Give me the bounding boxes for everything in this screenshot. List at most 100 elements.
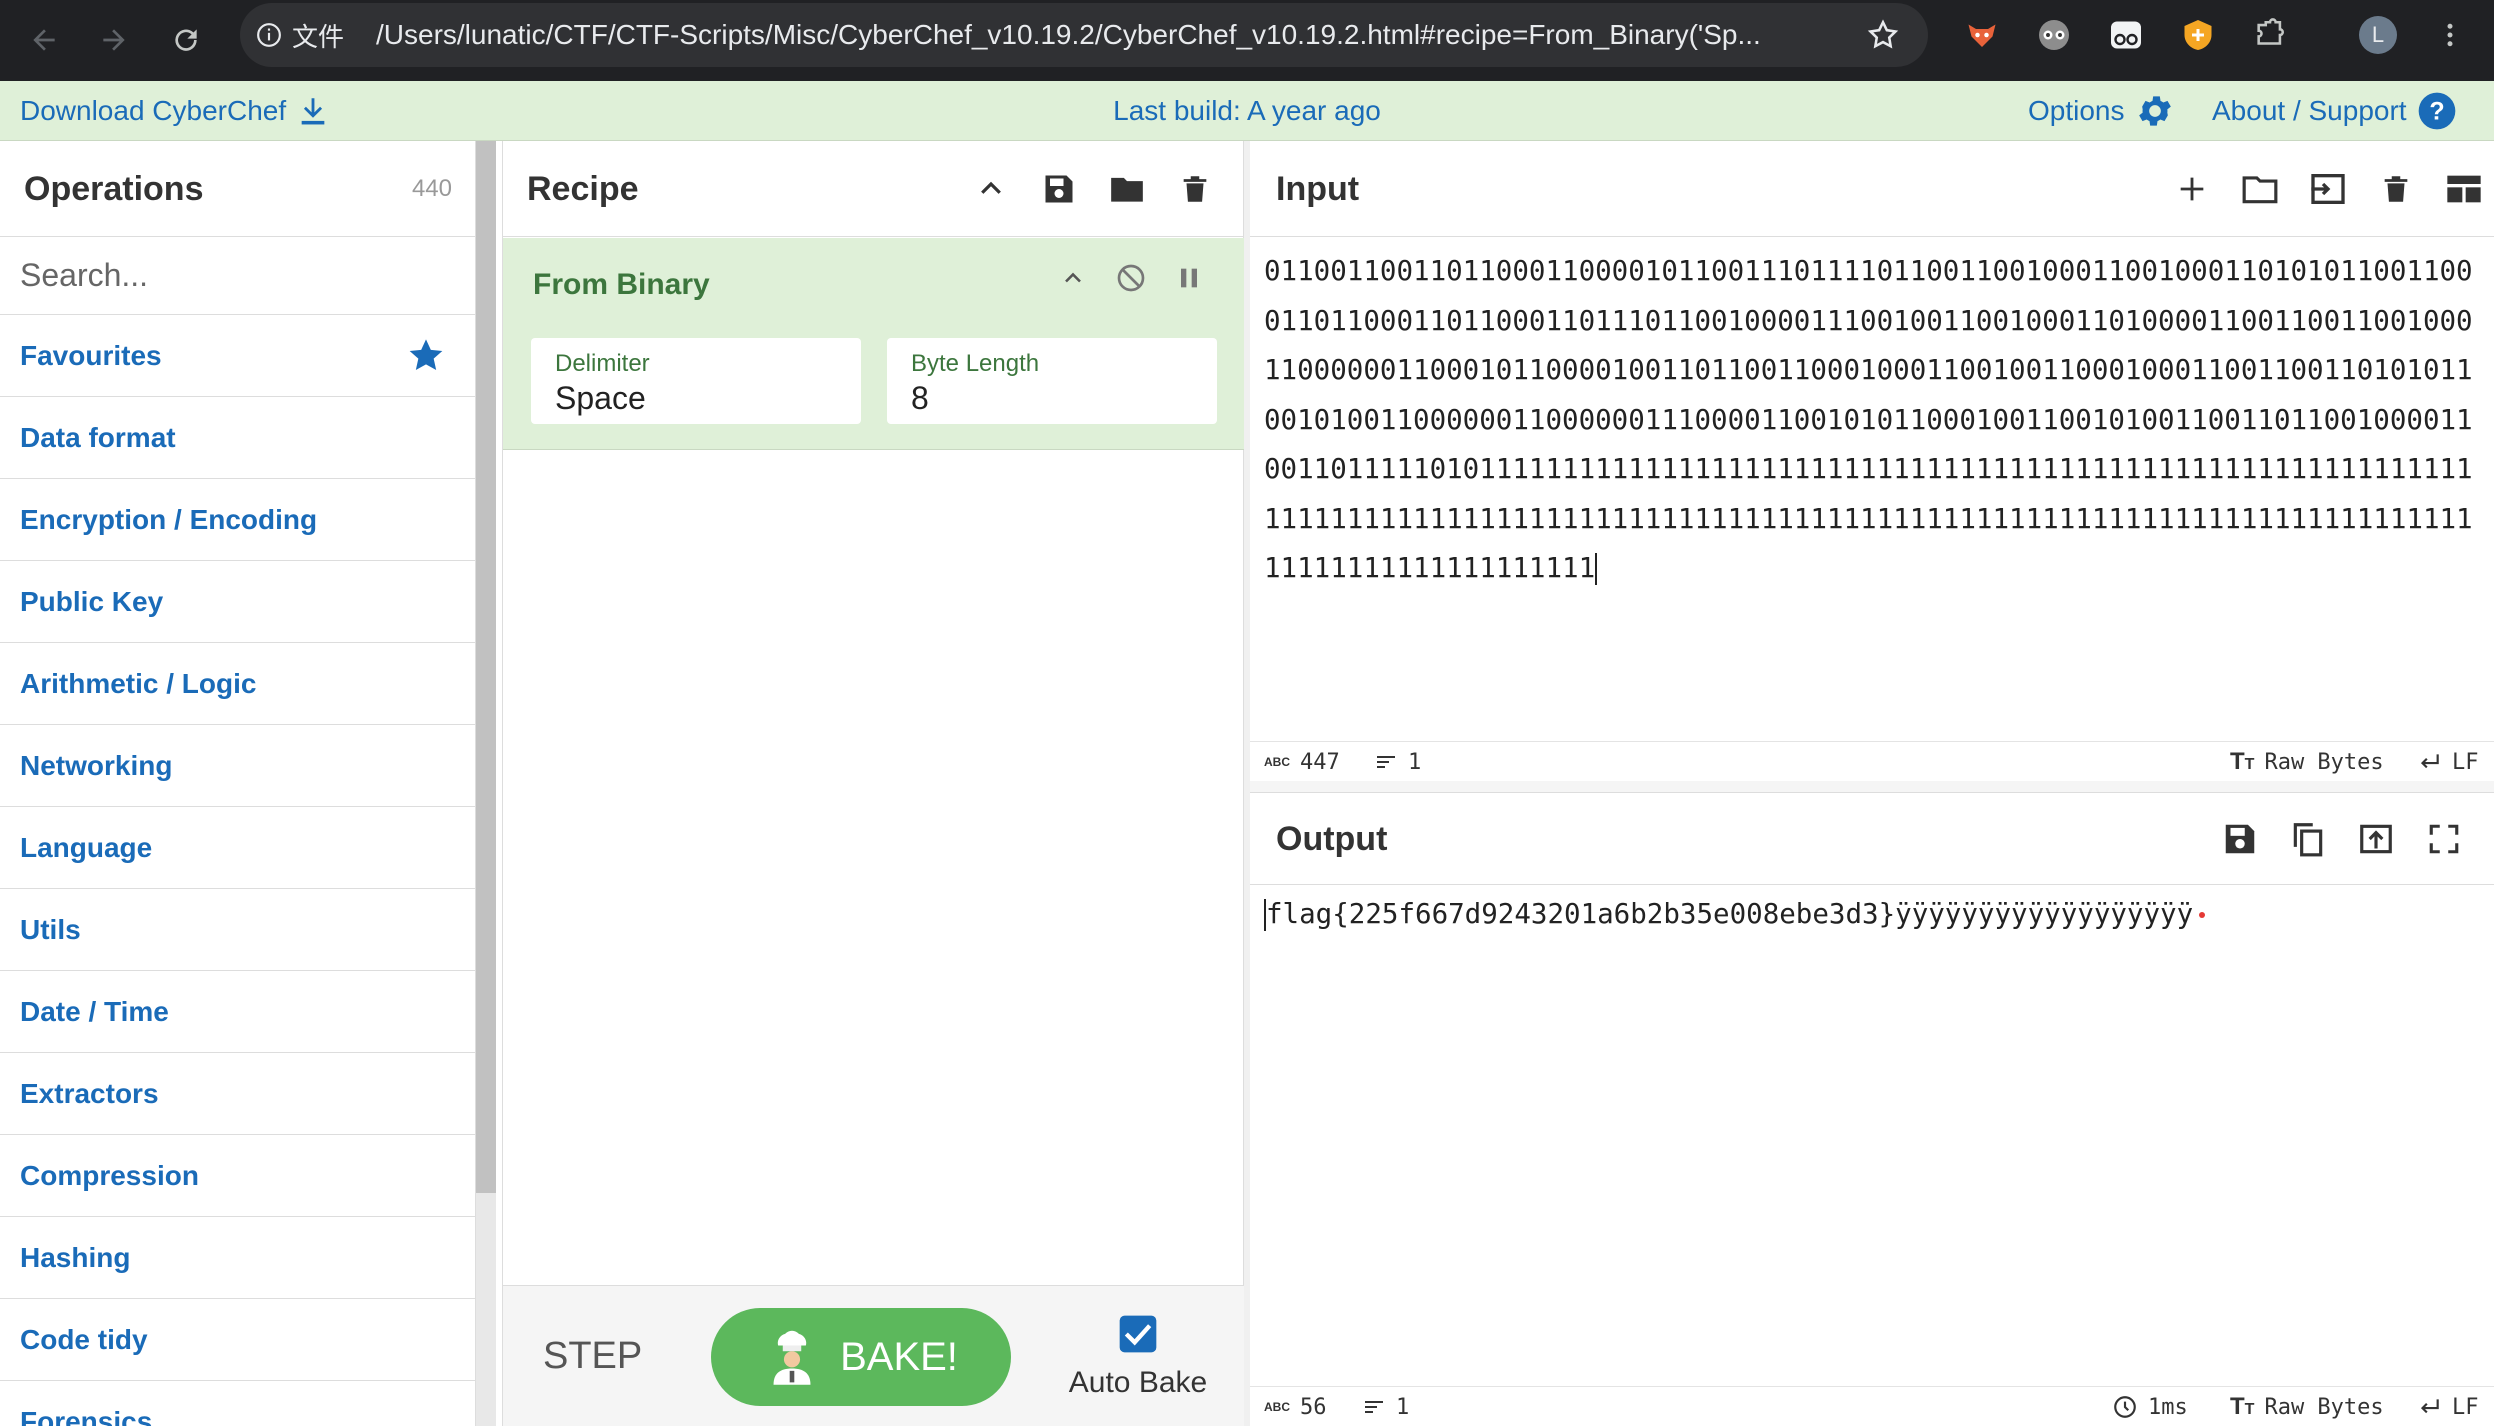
output-textarea[interactable]: flag{225f667d9243201a6b2b35e008ebe3d3}ÿÿ… <box>1264 895 2484 933</box>
open-file-icon[interactable] <box>2308 169 2348 209</box>
operations-scrollbar-thumb[interactable] <box>476 141 496 1193</box>
output-eol-selector[interactable]: LF <box>2416 1387 2479 1426</box>
download-icon <box>296 94 330 128</box>
category-label: Utils <box>20 913 81 945</box>
input-char-count: 447 <box>1300 749 1340 775</box>
delimiter-label: Delimiter <box>555 350 650 377</box>
byte-length-value[interactable]: 8 <box>911 380 929 417</box>
load-recipe-folder-icon[interactable] <box>1107 169 1147 209</box>
reload-icon[interactable] <box>160 14 212 66</box>
disable-operation-icon[interactable] <box>1115 262 1147 294</box>
category-public-key[interactable]: Public Key <box>0 561 475 643</box>
category-encryption-encoding[interactable]: Encryption / Encoding <box>0 479 475 561</box>
horizontal-resize-handle[interactable] <box>1250 781 2494 792</box>
forward-arrow-icon[interactable] <box>88 14 140 66</box>
category-label: Code tidy <box>20 1323 148 1355</box>
auto-bake-label: Auto Bake <box>1068 1366 1208 1399</box>
category-extractors[interactable]: Extractors <box>0 1053 475 1135</box>
profile-avatar[interactable]: L <box>2358 15 2398 55</box>
maximise-output-icon[interactable] <box>2424 819 2464 859</box>
fox-extension-icon[interactable] <box>1962 15 2002 55</box>
info-icon <box>256 22 282 48</box>
category-favourites[interactable]: Favourites <box>0 315 475 397</box>
incognito-extension-icon[interactable] <box>2106 15 2146 55</box>
add-input-tab-plus-icon[interactable] <box>2172 169 2212 209</box>
recipe-panel: Recipe From Binary Delimiter Space Byte … <box>502 141 1245 1426</box>
input-eol-selector[interactable]: LF <box>2416 742 2479 782</box>
delimiter-value[interactable]: Space <box>555 380 646 417</box>
input-panel: Input 0110011001101100011000010110011101… <box>1250 141 2494 781</box>
category-code-tidy[interactable]: Code tidy <box>0 1299 475 1381</box>
bake-controls: STEP BAKE! Auto Bake <box>503 1285 1245 1426</box>
site-info-chip[interactable]: 文件 <box>256 3 344 67</box>
category-forensics[interactable]: Forensics <box>0 1381 475 1426</box>
step-button[interactable]: STEP <box>543 1324 642 1388</box>
auto-bake-toggle[interactable]: Auto Bake <box>1063 1314 1213 1400</box>
category-arithmetic-logic[interactable]: Arithmetic / Logic <box>0 643 475 725</box>
back-arrow-icon[interactable] <box>18 14 70 66</box>
operations-search-input[interactable] <box>0 237 475 315</box>
category-date-time[interactable]: Date / Time <box>0 971 475 1053</box>
options-link[interactable]: Options <box>2028 81 2175 141</box>
shield-extension-icon[interactable] <box>2178 15 2218 55</box>
operations-panel: Operations 440 Favourites Data format En… <box>0 141 476 1426</box>
abc-icon: ABC <box>1264 755 1290 769</box>
bake-button[interactable]: BAKE! <box>711 1308 1011 1406</box>
byte-length-field[interactable]: Byte Length 8 <box>887 338 1217 424</box>
abc-icon: ABC <box>1264 1400 1290 1414</box>
chef-icon <box>764 1327 820 1387</box>
auto-bake-checkbox[interactable] <box>1118 1314 1158 1354</box>
replace-input-icon[interactable] <box>2356 819 2396 859</box>
clear-input-trash-icon[interactable] <box>2376 169 2416 209</box>
input-encoding-selector[interactable]: TT Raw Bytes <box>2230 742 2384 782</box>
input-encoding: Raw Bytes <box>2264 749 2384 775</box>
glasses-extension-icon[interactable] <box>2034 15 2074 55</box>
pause-breakpoint-icon[interactable] <box>1173 262 1205 294</box>
output-lines-stat: 1 <box>1362 1387 1409 1426</box>
output-encoding: Raw Bytes <box>2264 1394 2384 1420</box>
delimiter-field[interactable]: Delimiter Space <box>531 338 861 424</box>
browser-toolbar: 文件 /Users/lunatic/CTF/CTF-Scripts/Misc/C… <box>0 0 2494 81</box>
category-utils[interactable]: Utils <box>0 889 475 971</box>
download-cyberchef-link[interactable]: Download CyberChef <box>20 81 330 141</box>
about-label: About / Support <box>2212 95 2407 126</box>
operations-title: Operations <box>24 170 204 208</box>
input-lines-stat: 1 <box>1374 742 1421 782</box>
reset-layout-icon[interactable] <box>2444 169 2484 209</box>
site-label: 文件 <box>292 21 345 52</box>
output-title: Output <box>1276 820 1388 858</box>
category-compression[interactable]: Compression <box>0 1135 475 1217</box>
output-line-count: 1 <box>1396 1394 1410 1420</box>
category-language[interactable]: Language <box>0 807 475 889</box>
category-label: Compression <box>20 1159 199 1191</box>
operation-name: From Binary <box>533 268 710 301</box>
copy-output-icon[interactable] <box>2288 819 2328 859</box>
address-bar[interactable]: 文件 /Users/lunatic/CTF/CTF-Scripts/Misc/C… <box>240 3 1928 67</box>
category-label: Extractors <box>20 1077 159 1109</box>
category-label: Forensics <box>20 1405 153 1426</box>
about-support-link[interactable]: About / Support ? <box>2212 81 2457 141</box>
help-icon: ? <box>2417 91 2457 131</box>
kebab-menu-icon[interactable] <box>2430 15 2470 55</box>
options-label: Options <box>2028 95 2125 126</box>
bookmark-star-icon[interactable] <box>1866 18 1900 52</box>
puzzle-extensions-icon[interactable] <box>2250 15 2290 55</box>
output-eol: LF <box>2452 1394 2479 1420</box>
open-folder-icon[interactable] <box>2240 169 2280 209</box>
save-recipe-icon[interactable] <box>1039 169 1079 209</box>
url-text[interactable]: /Users/lunatic/CTF/CTF-Scripts/Misc/Cybe… <box>376 3 1876 67</box>
input-textarea[interactable]: 0110011001101100011000010110011101111011… <box>1264 247 2484 594</box>
input-eol: LF <box>2452 749 2479 775</box>
minimise-chevron-up-icon[interactable] <box>1059 264 1087 292</box>
return-arrow-icon <box>2416 1394 2442 1420</box>
clear-recipe-trash-icon[interactable] <box>1175 169 1215 209</box>
recipe-operation-from-binary[interactable]: From Binary Delimiter Space Byte Length … <box>503 238 1245 450</box>
collapse-chevron-up-icon[interactable] <box>971 169 1011 209</box>
save-output-icon[interactable] <box>2220 819 2260 859</box>
category-label: Public Key <box>20 585 164 617</box>
category-data-format[interactable]: Data format <box>0 397 475 479</box>
category-hashing[interactable]: Hashing <box>0 1217 475 1299</box>
bake-time-stat: 1ms <box>2112 1387 2188 1426</box>
category-networking[interactable]: Networking <box>0 725 475 807</box>
output-encoding-selector[interactable]: TT Raw Bytes <box>2230 1387 2384 1426</box>
